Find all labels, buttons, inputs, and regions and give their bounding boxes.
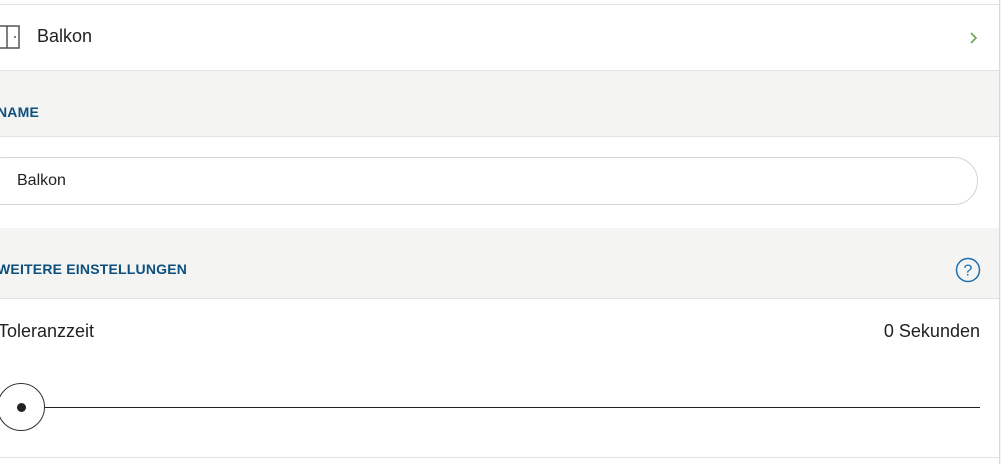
name-field-area [0, 137, 999, 227]
name-input[interactable] [0, 157, 978, 205]
window-door-icon [0, 25, 20, 49]
chevron-right-icon [969, 31, 979, 45]
slider-thumb-dot [16, 402, 26, 412]
device-row[interactable]: Balkon [0, 5, 999, 71]
tolerance-label: Toleranzzeit [0, 321, 95, 341]
slider-thumb[interactable] [0, 383, 45, 431]
tolerance-slider[interactable] [0, 383, 980, 433]
tolerance-setting: Toleranzzeit 0 Sekunden [0, 299, 999, 458]
help-icon[interactable]: ? [955, 257, 981, 283]
section-title-settings: WEITERE EINSTELLUNGEN [0, 261, 188, 277]
name-section-header: NAME [0, 71, 999, 137]
tolerance-value: 0 Sekunden [883, 321, 980, 341]
svg-text:?: ? [964, 263, 973, 280]
settings-panel: Balkon NAME WEITERE EINSTELLUNGEN ? Tole… [0, 0, 1000, 464]
slider-track[interactable] [0, 407, 980, 408]
section-title-name: NAME [0, 104, 40, 120]
settings-section-header: WEITERE EINSTELLUNGEN ? [0, 228, 999, 299]
device-label: Balkon [37, 26, 93, 46]
